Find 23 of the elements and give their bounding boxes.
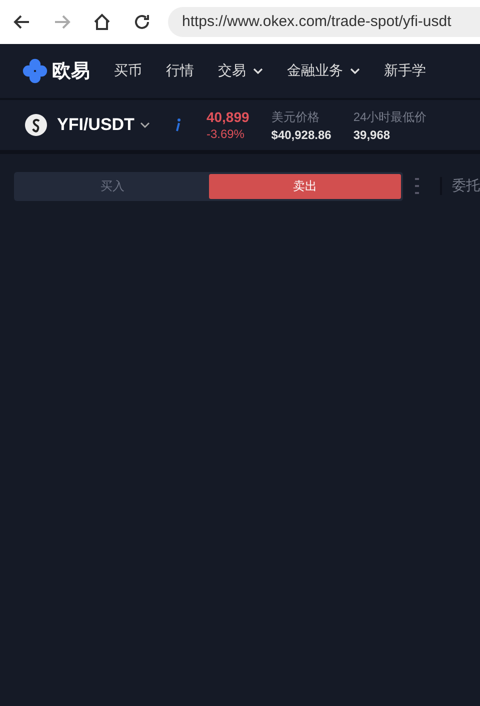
coin-icon: [25, 114, 47, 136]
nav-item[interactable]: 买币: [114, 62, 142, 80]
caret-icon: [140, 122, 150, 128]
orders-tab[interactable]: 委托: [440, 177, 480, 195]
last-price: 40,899: [206, 109, 250, 125]
address-bar[interactable]: https://www.okex.com/trade-spot/yfi-usdt: [168, 7, 480, 37]
reload-icon[interactable]: [132, 12, 152, 32]
nav-item[interactable]: 新手学: [384, 62, 426, 80]
home-icon[interactable]: [92, 12, 112, 32]
stat-value: 39,968: [353, 128, 392, 142]
nav-item[interactable]: 交易: [218, 62, 263, 80]
price-change: -3.69%: [206, 127, 246, 141]
trade-tab[interactable]: 卖出: [208, 174, 401, 198]
drag-handle-icon[interactable]: [415, 177, 419, 195]
stat-value: $40,928.86: [271, 128, 332, 142]
nav-item[interactable]: 金融业务: [287, 62, 360, 80]
pair-selector[interactable]: YFI/USDT: [57, 115, 150, 135]
logo-icon[interactable]: [22, 58, 48, 84]
stat-label: 美元价格: [271, 108, 320, 126]
logo-text[interactable]: 欧易: [52, 58, 90, 84]
nav-item[interactable]: 行情: [166, 62, 194, 80]
info-icon[interactable]: [174, 118, 182, 132]
stat-label: 24小时最低价: [353, 108, 427, 126]
